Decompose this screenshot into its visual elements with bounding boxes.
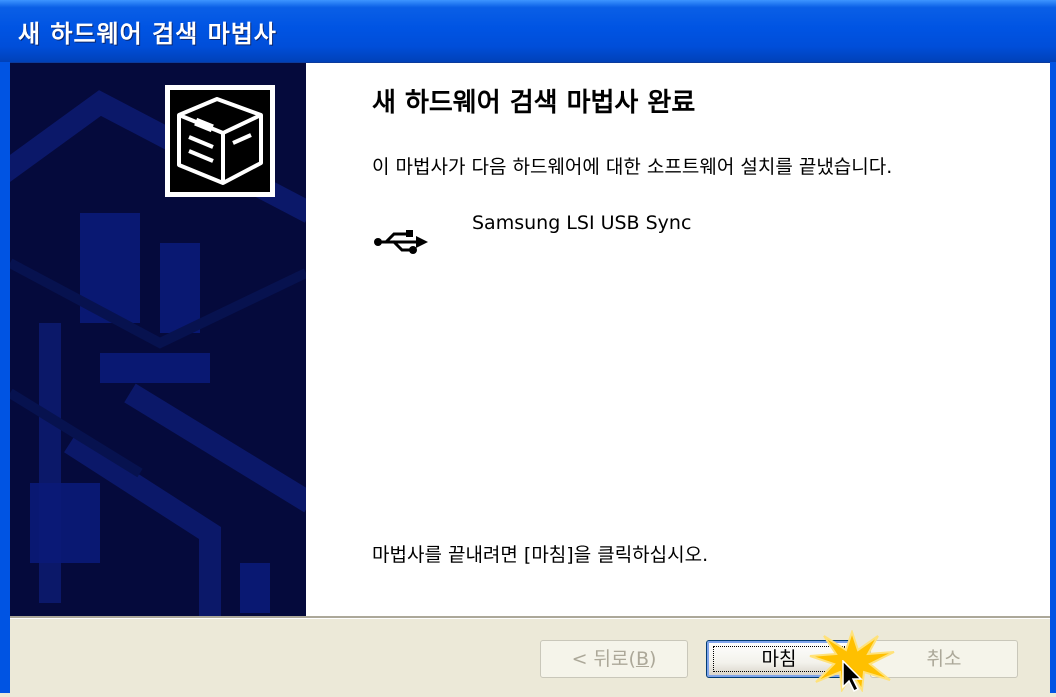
page-title: 새 하드웨어 검색 마법사 완료: [372, 88, 696, 118]
window-title: 새 하드웨어 검색 마법사: [18, 20, 277, 48]
completion-description: 이 마법사가 다음 하드웨어에 대한 소프트웨어 설치를 끝냈습니다.: [372, 156, 893, 178]
device-name: Samsung LSI USB Sync: [472, 212, 692, 234]
usb-icon: [372, 226, 432, 258]
hardware-icon: [165, 85, 275, 197]
back-button[interactable]: < 뒤로(B): [540, 640, 688, 678]
back-button-mnemonic: B: [635, 648, 649, 670]
back-button-prefix: < 뒤로(: [571, 648, 636, 670]
finish-instruction: 마법사를 끝내려면 [마침]을 클릭하십시오.: [372, 544, 709, 566]
window-frame-right: [1050, 62, 1056, 693]
wizard-content-area: [306, 63, 1050, 616]
back-button-suffix: ): [648, 648, 657, 670]
mouse-cursor-icon: [842, 659, 866, 693]
window-frame-left: [0, 62, 10, 693]
title-bar[interactable]: 새 하드웨어 검색 마법사: [0, 0, 1056, 63]
cancel-button-label: 취소: [926, 648, 962, 670]
